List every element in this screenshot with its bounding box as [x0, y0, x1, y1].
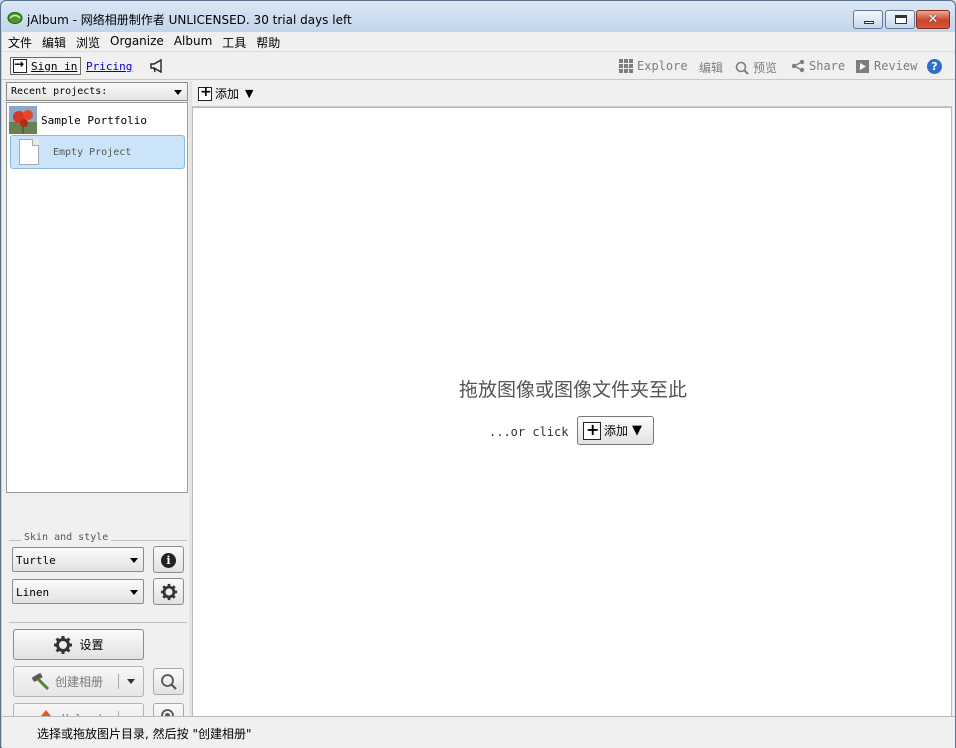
menu-edit[interactable]: 编辑 — [36, 32, 70, 51]
project-name: Empty Project — [53, 146, 132, 158]
minimize-icon — [864, 21, 874, 24]
edit-button[interactable]: 编辑 — [699, 59, 723, 76]
skin-select[interactable]: Turtle — [12, 547, 144, 572]
project-list: Sample Portfolio Empty Project — [6, 102, 188, 493]
close-button[interactable]: ✕ — [916, 10, 950, 29]
section-divider — [9, 622, 187, 623]
add-icon — [583, 420, 601, 440]
chevron-down-icon — [174, 90, 182, 95]
hammer-icon — [32, 672, 50, 690]
skin-info-button[interactable]: i — [153, 546, 184, 573]
drop-hint: 拖放图像或图像文件夹至此 — [458, 379, 687, 401]
sign-in-icon — [13, 57, 27, 73]
left-panel: Recent projects: Sample Portfolio Empty … — [5, 81, 189, 746]
menu-file[interactable]: 文件 — [2, 32, 36, 51]
skin-section-label: Skin and style — [21, 532, 112, 543]
window-title: jAlbum - 网络相册制作者 UNLICENSED. 30 trial da… — [27, 13, 352, 27]
share-button[interactable]: Share — [791, 59, 845, 73]
gear-icon — [160, 583, 177, 601]
chevron-down-icon — [130, 590, 138, 595]
review-button[interactable]: Review — [856, 59, 917, 73]
search-icon — [160, 674, 177, 690]
sign-in-label: Sign in — [31, 59, 78, 73]
preview-button[interactable]: 预览 — [735, 59, 777, 76]
dropdown-arrow-icon: ▼ — [632, 423, 643, 438]
recent-projects-dropdown[interactable]: Recent projects: — [6, 82, 188, 101]
edit-label: 编辑 — [699, 61, 724, 75]
gear-icon — [54, 635, 73, 654]
title-bar[interactable]: jAlbum - 网络相册制作者 UNLICENSED. 30 trial da… — [1, 1, 955, 32]
project-item-empty-project[interactable]: Empty Project — [10, 135, 185, 169]
drop-area[interactable]: 拖放图像或图像文件夹至此 ...or click 添加 ▼ — [192, 107, 952, 744]
or-click-label: ...or click — [489, 425, 569, 439]
close-icon: ✕ — [927, 12, 939, 27]
help-icon[interactable]: ? — [927, 59, 942, 74]
main-toolbar: Sign in Pricing Explore 编辑 — [2, 51, 955, 80]
add-button[interactable]: 添加 ▼ — [198, 84, 254, 102]
chevron-down-icon[interactable] — [127, 679, 135, 684]
pricing-link[interactable]: Pricing — [86, 60, 132, 73]
style-select-value: Linen — [16, 586, 50, 599]
menu-bar: 文件 编辑 浏览 Organize Album 工具 帮助 — [2, 32, 955, 51]
skin-select-value: Turtle — [16, 554, 56, 567]
document-icon — [19, 139, 39, 165]
make-album-label: 创建相册 — [55, 675, 104, 689]
make-album-button[interactable]: 创建相册 — [13, 666, 144, 697]
maximize-button[interactable] — [885, 10, 915, 29]
split-divider — [118, 674, 119, 689]
status-bar: 选择或拖放图片目录, 然后按 "创建相册" — [2, 716, 955, 746]
add-center-button[interactable]: 添加 ▼ — [577, 416, 654, 445]
menu-tools[interactable]: 工具 — [216, 32, 250, 51]
jalbum-logo-icon — [7, 12, 23, 24]
chevron-down-icon — [130, 558, 138, 563]
share-label: Share — [809, 59, 846, 73]
status-text: 选择或拖放图片目录, 然后按 "创建相册" — [37, 727, 252, 741]
style-select[interactable]: Linen — [12, 579, 144, 604]
preview-icon — [735, 61, 749, 75]
menu-organize[interactable]: Organize — [104, 32, 168, 51]
minimize-button[interactable] — [853, 10, 883, 29]
add-label: 添加 — [215, 87, 240, 101]
preview-label: 预览 — [753, 61, 778, 75]
info-icon: i — [161, 553, 176, 568]
dropdown-arrow-icon: ▼ — [245, 87, 254, 100]
client-area: 文件 编辑 浏览 Organize Album 工具 帮助 Sign in Pr… — [2, 32, 955, 748]
explore-button[interactable]: Explore — [619, 59, 688, 73]
preview-album-button[interactable] — [153, 668, 184, 695]
app-window: jAlbum - 网络相册制作者 UNLICENSED. 30 trial da… — [0, 0, 956, 748]
menu-album[interactable]: Album — [168, 32, 216, 51]
maximize-icon — [895, 15, 907, 24]
add-icon — [198, 84, 212, 101]
project-item-sample-portfolio[interactable]: Sample Portfolio — [7, 103, 187, 137]
share-icon — [791, 59, 805, 73]
menu-view[interactable]: 浏览 — [70, 32, 104, 51]
recent-projects-label: Recent projects: — [11, 86, 108, 97]
review-label: Review — [874, 59, 918, 73]
explore-label: Explore — [637, 59, 688, 73]
menu-help[interactable]: 帮助 — [250, 32, 284, 51]
skin-settings-button[interactable] — [153, 578, 184, 605]
project-thumbnail — [9, 106, 37, 134]
settings-label: 设置 — [79, 638, 104, 652]
megaphone-icon[interactable] — [149, 58, 167, 74]
content-toolbar: 添加 ▼ — [192, 81, 952, 107]
grid-icon — [619, 59, 633, 73]
add-center-label: 添加 — [604, 424, 629, 438]
sign-in-button[interactable]: Sign in — [10, 57, 82, 75]
project-name: Sample Portfolio — [41, 113, 147, 127]
play-icon — [856, 59, 869, 73]
settings-button[interactable]: 设置 — [13, 629, 144, 660]
